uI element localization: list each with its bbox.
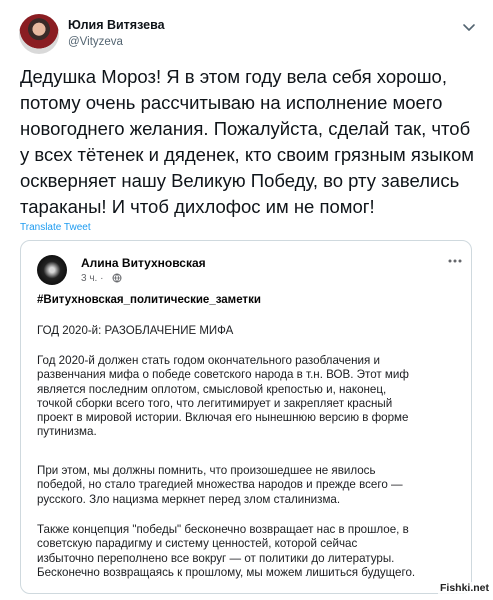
author-handle[interactable]: @Vityzeva [68, 36, 123, 48]
translate-tweet-link[interactable]: Translate Tweet [20, 222, 91, 233]
tweet-text: Дедушка Мороз! Я в этом году вела себя х… [20, 66, 474, 217]
quoted-paragraph: Также концепция "победы" бесконечно возв… [37, 523, 416, 579]
quoted-author-avatar[interactable] [37, 255, 67, 285]
quoted-author-name[interactable]: Алина Витухновская [81, 256, 206, 270]
chevron-down-icon[interactable] [460, 18, 478, 36]
globe-icon [112, 273, 122, 283]
quoted-paragraph: Год 2020-й должен стать годом окончатель… [37, 354, 409, 439]
quoted-post-time[interactable]: 3 ч. · [81, 273, 103, 284]
quoted-hashtag[interactable]: #Витухновская_политические_заметки [37, 294, 261, 306]
quoted-post[interactable]: Алина Витухновская 3 ч. · #Витухновская_… [20, 240, 472, 594]
quoted-paragraph: При этом, мы должны помнить, что произош… [37, 464, 403, 506]
author-name[interactable]: Юлия Витязева [68, 18, 165, 32]
quoted-heading: ГОД 2020-й: РАЗОБЛАЧЕНИЕ МИФА [37, 325, 234, 337]
tweet-card: Юлия Витязева @Vityzeva Дедушка Мороз! Я… [0, 0, 493, 600]
more-horizontal-icon[interactable] [447, 257, 463, 265]
watermark: Fishki.net [438, 582, 492, 594]
avatar[interactable] [19, 14, 59, 54]
